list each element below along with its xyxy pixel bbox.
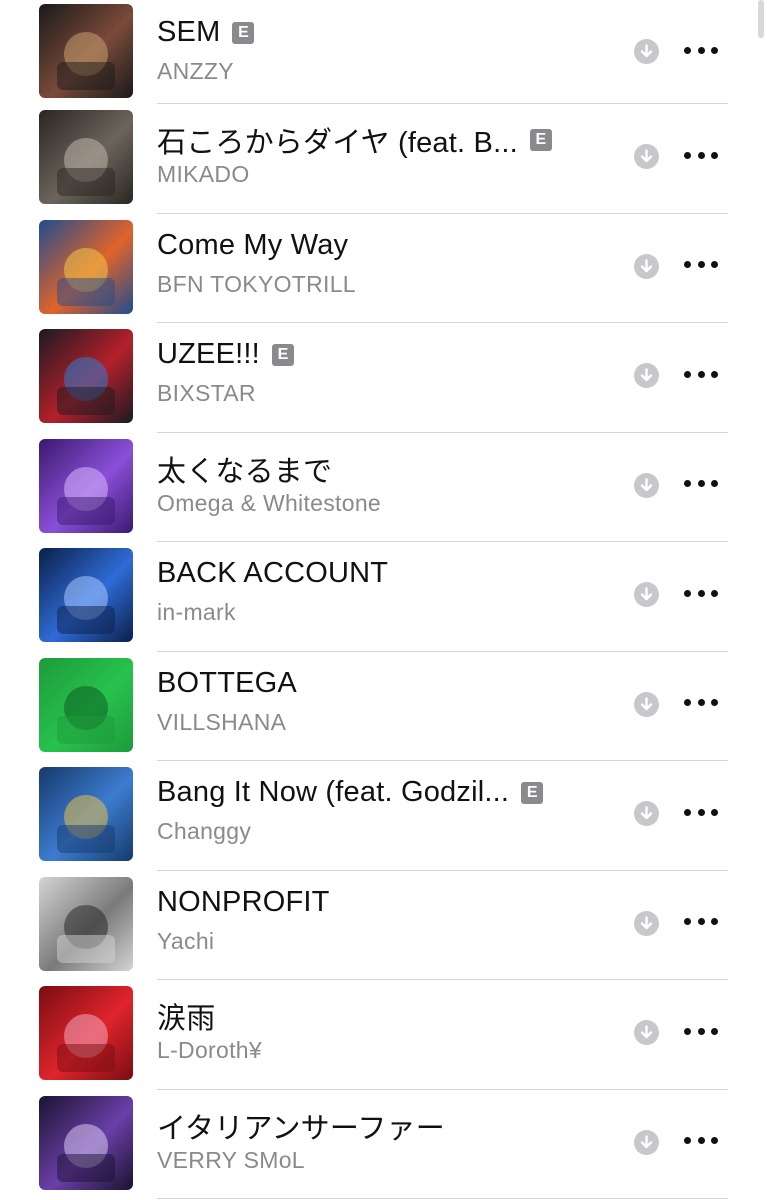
download-icon[interactable]	[634, 144, 659, 169]
more-options-icon[interactable]	[684, 1024, 718, 1038]
track-row[interactable]: 太くなるまで Omega & Whitestone	[0, 433, 767, 542]
track-artist: MIKADO	[157, 161, 250, 187]
title-line: 石ころからダイヤ (feat. B... E	[157, 119, 552, 161]
track-artist: VILLSHANA	[157, 708, 287, 735]
track-title: 涙雨	[157, 1003, 216, 1035]
track-artist: ANZZY	[157, 58, 234, 84]
download-icon[interactable]	[634, 1129, 659, 1155]
explicit-badge: E	[232, 21, 255, 44]
title-line: 涙雨	[157, 995, 215, 1037]
album-artwork	[39, 548, 133, 642]
track-row[interactable]: イタリアンサーファー VERRY SMoL	[0, 1090, 767, 1199]
more-options-icon[interactable]	[684, 148, 718, 162]
track-title: BACK ACCOUNT	[157, 557, 389, 589]
download-icon[interactable]	[634, 801, 659, 826]
album-artwork	[39, 986, 133, 1080]
track-row[interactable]: 涙雨 L-Doroth¥	[0, 980, 767, 1090]
track-artist: BIXSTAR	[157, 380, 256, 406]
title-line: SEM E	[157, 16, 255, 49]
track-title: Bang It Now (feat. Godzil...	[157, 776, 510, 808]
album-artwork	[39, 110, 133, 204]
track-row[interactable]: 石ころからダイヤ (feat. B... E MIKADO	[0, 104, 767, 214]
track-title: BOTTEGA	[157, 666, 297, 699]
track-title: SEM	[157, 16, 221, 48]
track-title: イタリアンサーファー	[157, 1112, 445, 1145]
track-row[interactable]: UZEE!!! E BIXSTAR	[0, 323, 767, 433]
scrollbar[interactable]	[758, 0, 764, 38]
title-line: BOTTEGA	[157, 667, 297, 700]
title-line: Come My Way	[157, 229, 348, 262]
track-row[interactable]: Come My Way BFN TOKYOTRILL	[0, 214, 767, 323]
track-artist: in-mark	[157, 599, 236, 625]
track-artist: BFN TOKYOTRILL	[157, 270, 356, 297]
track-row[interactable]: BACK ACCOUNT in-mark	[0, 542, 767, 652]
download-icon[interactable]	[634, 363, 659, 388]
album-artwork	[39, 876, 133, 971]
track-list: SEM E ANZZY 石ころからダイヤ (feat. B... E MIKAD…	[0, 0, 767, 1199]
download-icon[interactable]	[634, 472, 659, 498]
download-icon[interactable]	[634, 253, 659, 279]
download-icon[interactable]	[634, 691, 659, 717]
more-options-icon[interactable]	[684, 696, 718, 710]
track-title: UZEE!!!	[157, 338, 260, 370]
track-artist: Omega & Whitestone	[157, 489, 382, 516]
album-artwork	[39, 1095, 133, 1190]
track-title: NONPROFIT	[157, 885, 330, 918]
explicit-badge: E	[521, 781, 544, 804]
title-line: Bang It Now (feat. Godzil... E	[157, 776, 544, 809]
track-artist: Changgy	[157, 818, 252, 844]
download-icon[interactable]	[634, 582, 659, 607]
explicit-badge: E	[529, 129, 552, 151]
more-options-icon[interactable]	[684, 586, 718, 600]
track-artist: L-Doroth¥	[157, 1037, 262, 1063]
track-title: Come My Way	[157, 228, 349, 261]
more-options-icon[interactable]	[684, 367, 718, 381]
row-separator	[157, 1198, 728, 1199]
track-artist: Yachi	[157, 927, 215, 954]
download-icon[interactable]	[634, 39, 659, 64]
more-options-icon[interactable]	[684, 477, 718, 491]
track-row[interactable]: Bang It Now (feat. Godzil... E Changgy	[0, 761, 767, 871]
track-title: 石ころからダイヤ (feat. B...	[157, 127, 518, 159]
title-line: UZEE!!! E	[157, 338, 294, 371]
album-artwork	[39, 4, 133, 98]
track-artist: VERRY SMoL	[157, 1146, 305, 1173]
album-artwork	[39, 657, 133, 752]
track-title: 太くなるまで	[157, 455, 333, 488]
download-icon[interactable]	[634, 910, 659, 936]
more-options-icon[interactable]	[684, 43, 718, 57]
album-artwork	[39, 219, 133, 314]
more-options-icon[interactable]	[684, 915, 718, 929]
more-options-icon[interactable]	[684, 1134, 718, 1148]
title-line: BACK ACCOUNT	[157, 557, 388, 590]
album-artwork	[39, 438, 133, 533]
title-line: NONPROFIT	[157, 886, 330, 919]
explicit-badge: E	[271, 343, 294, 366]
download-icon[interactable]	[634, 1020, 659, 1045]
album-artwork	[39, 329, 133, 423]
track-row[interactable]: BOTTEGA VILLSHANA	[0, 652, 767, 761]
more-options-icon[interactable]	[684, 258, 718, 272]
title-line: 太くなるまで	[157, 448, 332, 490]
track-row[interactable]: SEM E ANZZY	[0, 0, 767, 104]
title-line: イタリアンサーファー	[157, 1105, 445, 1147]
more-options-icon[interactable]	[684, 805, 718, 819]
track-row[interactable]: NONPROFIT Yachi	[0, 871, 767, 980]
album-artwork	[39, 767, 133, 861]
